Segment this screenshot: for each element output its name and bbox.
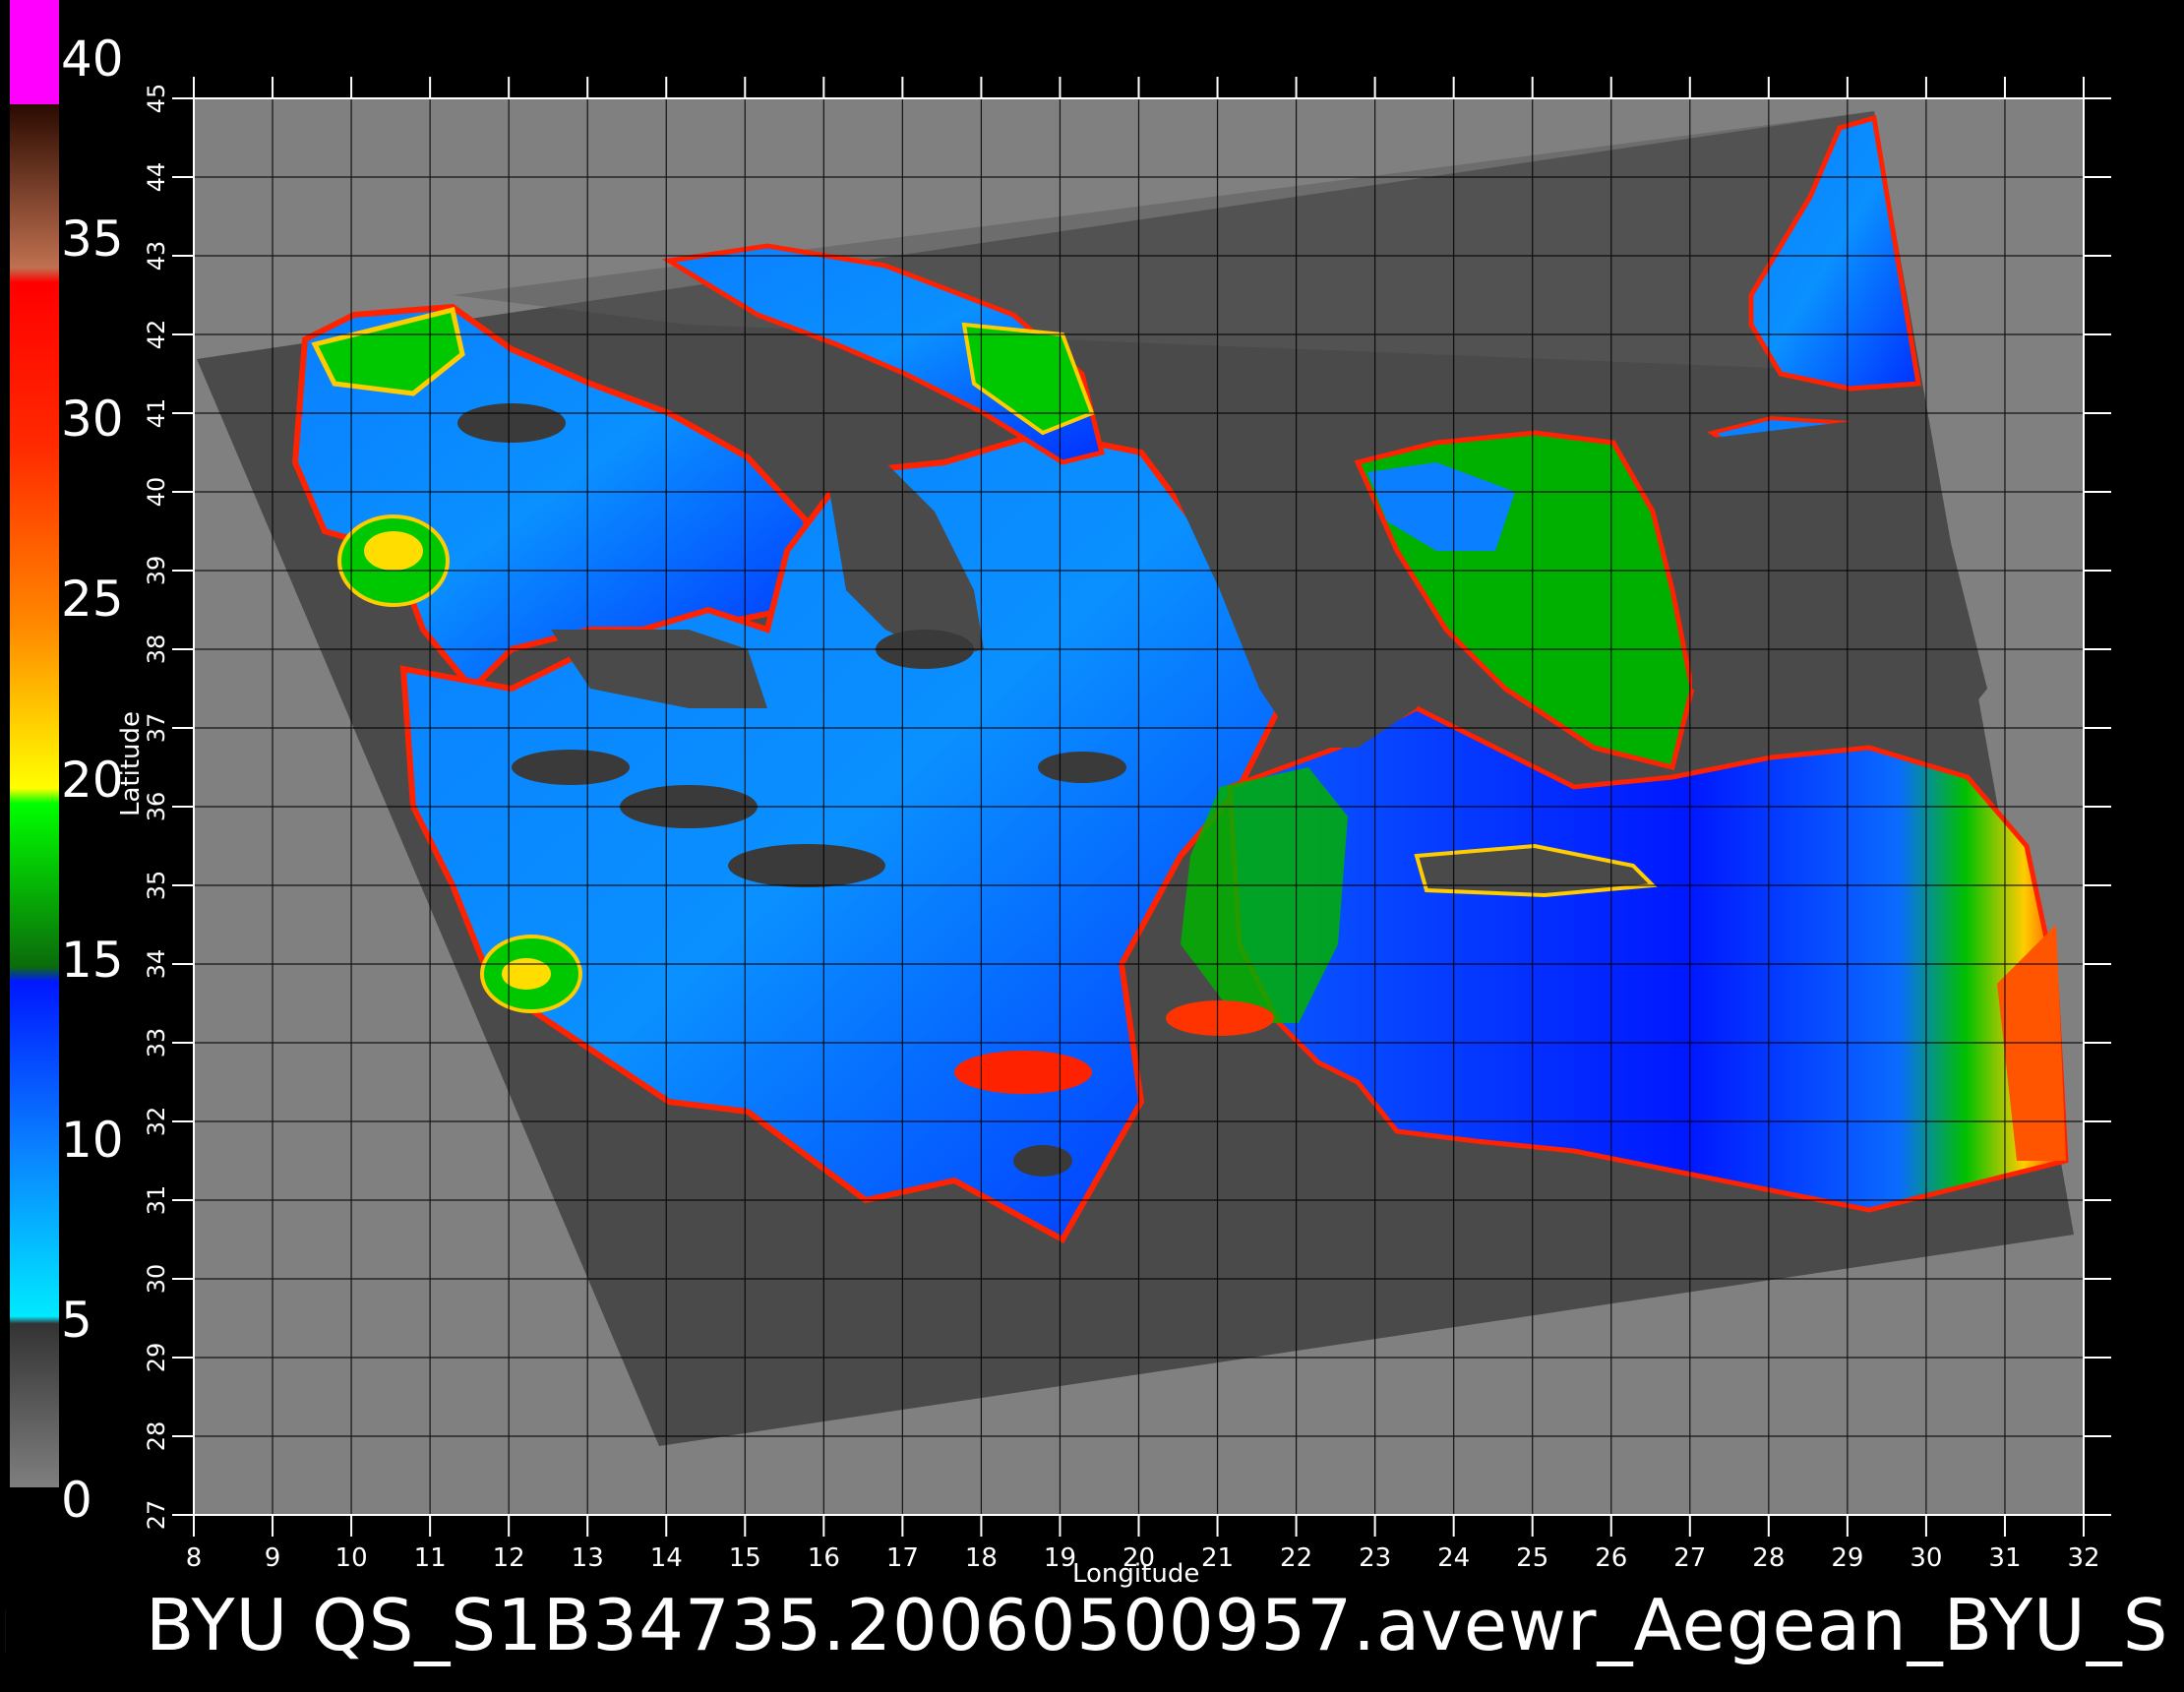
y-tick-label: 37 — [143, 713, 170, 744]
x-tick-label: 21 — [1201, 1543, 1234, 1573]
x-tick-label: 11 — [414, 1543, 447, 1573]
y-tick-label: 28 — [143, 1421, 170, 1452]
y-tick-label: 30 — [143, 1264, 170, 1295]
y-tick-label: 39 — [143, 556, 170, 586]
y-tick-label: 38 — [143, 634, 170, 665]
sea-red-patch-center — [1166, 1000, 1274, 1036]
x-tick-label: 32 — [2067, 1543, 2099, 1573]
wind-speed-map: 8 9 10 11 12 13 14 15 16 17 18 19 20 21 22 23 24 25 26 27 28… — [10, 0, 2111, 1573]
y-tick-label: 41 — [143, 398, 170, 429]
colorbar-label: 35 — [61, 211, 124, 269]
x-tick-label: 8 — [186, 1543, 203, 1573]
y-tick-label: 42 — [143, 320, 170, 350]
y-tick-labels: 27 28 29 30 31 32 33 34 35 36 37 38 39 40 41 42 43 44 45 — [143, 84, 170, 1531]
y-tick-label: 43 — [143, 241, 170, 272]
y-axis-title: Latitude — [116, 710, 146, 816]
x-tick-label: 28 — [1752, 1543, 1785, 1573]
x-tick-label: 9 — [265, 1543, 281, 1573]
colorbar-label: 15 — [61, 931, 124, 989]
y-tick-label: 29 — [143, 1343, 170, 1373]
colorbar-label: 25 — [61, 571, 124, 629]
y-tick-label: 33 — [143, 1028, 170, 1058]
x-tick-label: 15 — [729, 1543, 761, 1573]
colorbar — [10, 0, 59, 1487]
y-tick-label: 44 — [143, 162, 170, 193]
x-tick-label: 14 — [650, 1543, 683, 1573]
x-tick-label: 13 — [572, 1543, 604, 1573]
footer-title: BYU QS_S1B34735.20060500957.avewr_Aegean… — [146, 1584, 2169, 1666]
x-tick-label: 16 — [808, 1543, 840, 1573]
x-tick-label: 26 — [1595, 1543, 1627, 1573]
y-tick-label: 45 — [143, 84, 170, 114]
y-tick-label: 34 — [143, 949, 170, 980]
x-tick-label: 12 — [493, 1543, 525, 1573]
sea-yellow-core-1 — [364, 531, 423, 571]
x-tick-label: 24 — [1437, 1543, 1470, 1573]
colorbar-label: 30 — [61, 391, 124, 449]
y-tick-label: 27 — [143, 1500, 170, 1531]
colorbar-label: 20 — [61, 751, 124, 809]
x-tick-label: 25 — [1516, 1543, 1548, 1573]
x-tick-label: 23 — [1359, 1543, 1391, 1573]
colorbar-label: 5 — [61, 1291, 92, 1349]
y-tick-label: 35 — [143, 871, 170, 901]
colorbar-label: 0 — [61, 1472, 92, 1529]
y-tick-label: 32 — [143, 1107, 170, 1137]
x-tick-label: 22 — [1280, 1543, 1312, 1573]
x-tick-label: 29 — [1831, 1543, 1863, 1573]
x-tick-label: 10 — [335, 1543, 368, 1573]
x-tick-label: 17 — [886, 1543, 919, 1573]
colorbar-label: 40 — [61, 30, 124, 88]
x-tick-label: 31 — [1988, 1543, 2021, 1573]
x-tick-label: 18 — [965, 1543, 998, 1573]
x-tick-label: 30 — [1910, 1543, 1942, 1573]
y-tick-label: 40 — [143, 477, 170, 508]
colorbar-label: 10 — [61, 1111, 124, 1169]
y-tick-label: 31 — [143, 1185, 170, 1216]
y-tick-label: 36 — [143, 792, 170, 822]
x-tick-label: 27 — [1673, 1543, 1706, 1573]
sea-red-patch-south — [954, 1051, 1092, 1094]
